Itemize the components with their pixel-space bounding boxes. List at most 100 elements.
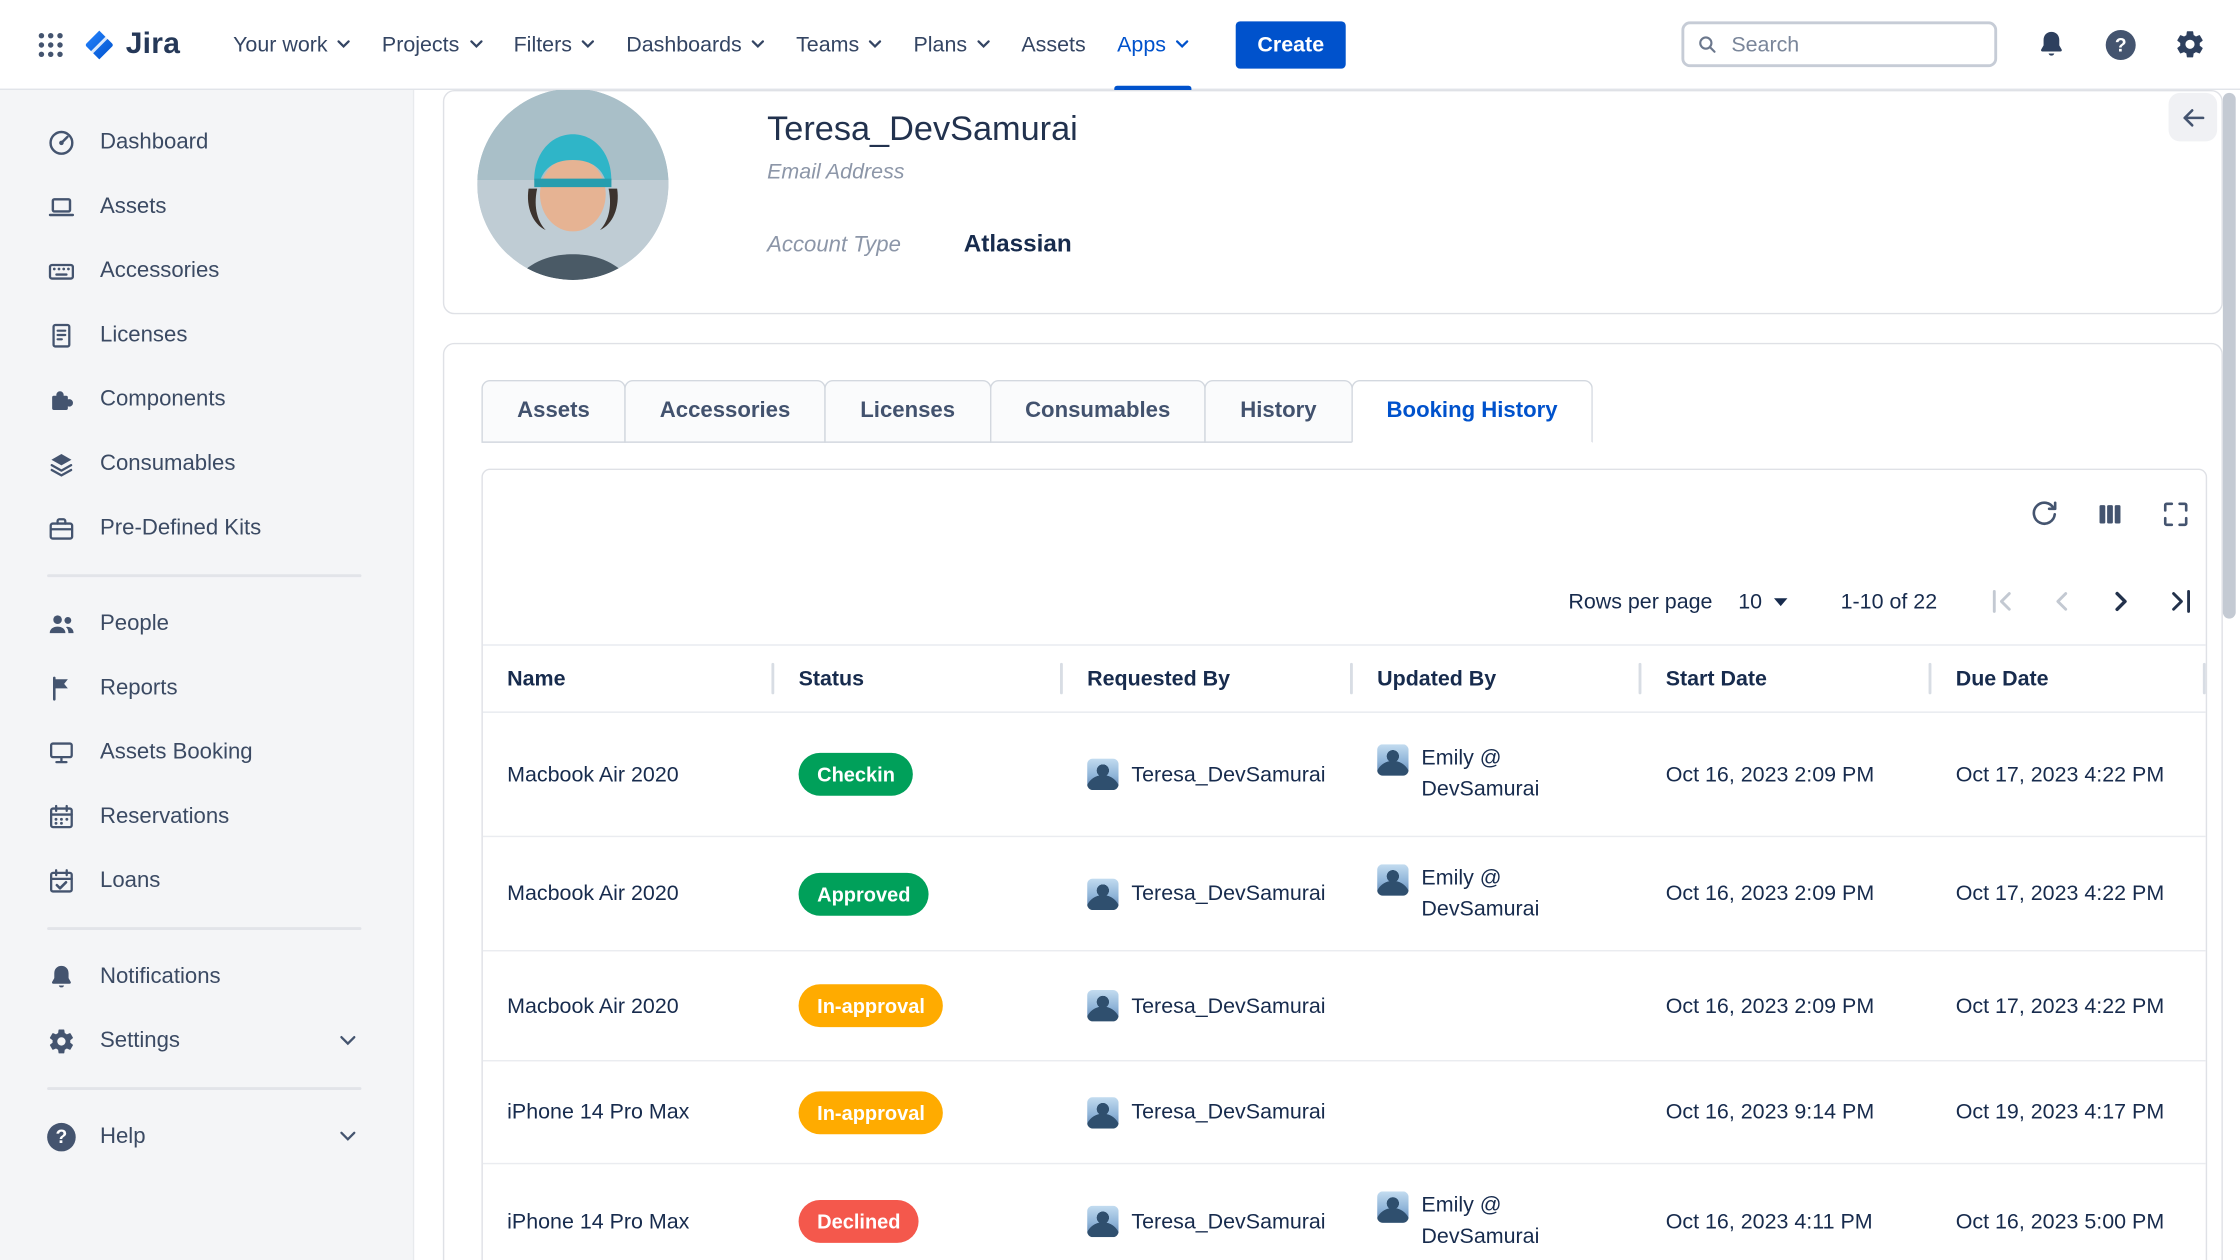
account-type-value: Atlassian — [964, 230, 1072, 259]
column-header-updated-by[interactable]: Updated By — [1353, 646, 1642, 712]
next-page-button[interactable] — [2103, 583, 2140, 620]
nav-item-dashboards[interactable]: Dashboards — [611, 0, 781, 89]
avatar — [1377, 745, 1408, 776]
calendar-check-icon — [47, 866, 76, 895]
chevron-down-icon — [582, 40, 595, 49]
nav-item-filters[interactable]: Filters — [498, 0, 611, 89]
puzzle-icon — [47, 385, 76, 414]
columns-button[interactable] — [2094, 499, 2125, 530]
cell-requested-by: Teresa_DevSamurai — [1063, 990, 1353, 1021]
fullscreen-icon — [2160, 499, 2191, 530]
table-row[interactable]: iPhone 14 Pro Max In-approval Teresa_Dev… — [483, 1061, 2206, 1164]
tab-consumables[interactable]: Consumables — [989, 380, 1206, 443]
first-page-icon — [1984, 584, 2018, 618]
chevron-down-icon — [340, 1131, 356, 1141]
gear-icon — [47, 1026, 76, 1055]
columns-icon — [2094, 499, 2125, 530]
nav-item-assets[interactable]: Assets — [1006, 0, 1102, 89]
cell-name: iPhone 14 Pro Max — [483, 1100, 774, 1124]
search-box[interactable] — [1681, 21, 1997, 67]
nav-item-apps[interactable]: Apps — [1101, 0, 1204, 89]
sidebar-item-notifications[interactable]: Notifications — [0, 944, 413, 1008]
nav-item-teams[interactable]: Teams — [780, 0, 897, 89]
chevron-down-icon — [340, 1036, 356, 1046]
column-header-requested-by[interactable]: Requested By — [1063, 646, 1353, 712]
nav-item-plans[interactable]: Plans — [898, 0, 1006, 89]
previous-page-button[interactable] — [2043, 583, 2080, 620]
first-page-button[interactable] — [1983, 583, 2020, 620]
vertical-scrollbar[interactable] — [2223, 93, 2236, 619]
chevron-down-icon — [977, 40, 990, 49]
cell-due-date: Oct 17, 2023 4:22 PM — [1931, 881, 2205, 905]
chevron-down-icon — [338, 40, 351, 49]
rows-per-page-select[interactable]: 10 — [1738, 589, 1789, 613]
last-page-icon — [2164, 584, 2198, 618]
tab-accessories[interactable]: Accessories — [624, 380, 826, 443]
search-input[interactable] — [1728, 31, 1981, 58]
nav-item-projects[interactable]: Projects — [366, 0, 498, 89]
cell-requested-by: Teresa_DevSamurai — [1063, 1206, 1353, 1237]
avatar — [1087, 990, 1118, 1021]
status-badge: Checkin — [799, 753, 914, 796]
refresh-button[interactable] — [2029, 499, 2060, 530]
fullscreen-button[interactable] — [2160, 499, 2191, 530]
nav-item-your-work[interactable]: Your work — [217, 0, 366, 89]
back-button[interactable] — [2169, 93, 2218, 142]
last-page-button[interactable] — [2163, 583, 2200, 620]
notifications-button[interactable] — [2036, 29, 2067, 60]
sidebar-item-assets[interactable]: Assets — [0, 174, 413, 238]
table-row[interactable]: Macbook Air 2020 Approved Teresa_DevSamu… — [483, 837, 2206, 951]
tab-licenses[interactable]: Licenses — [825, 380, 991, 443]
sidebar-item-dashboard[interactable]: Dashboard — [0, 110, 413, 174]
main-content: Teresa_DevSamurai Email Address Account … — [414, 90, 2240, 1260]
cell-start-date: Oct 16, 2023 2:09 PM — [1641, 762, 1931, 786]
account-type-row: Account Type Atlassian — [767, 230, 1072, 259]
tab-history[interactable]: History — [1205, 380, 1353, 443]
sidebar-item-assets-booking[interactable]: Assets Booking — [0, 720, 413, 784]
help-button[interactable]: ? — [2106, 29, 2136, 59]
sidebar-item-reports[interactable]: Reports — [0, 656, 413, 720]
sidebar-divider — [47, 927, 361, 930]
sidebar-item-people[interactable]: People — [0, 591, 413, 655]
column-header-name[interactable]: Name — [483, 646, 774, 712]
layers-icon — [47, 449, 76, 478]
gear-icon — [2174, 29, 2205, 60]
sidebar-item-components[interactable]: Components — [0, 367, 413, 431]
column-header-status[interactable]: Status — [774, 646, 1063, 712]
cell-due-date: Oct 19, 2023 4:17 PM — [1931, 1100, 2205, 1124]
sidebar-item-accessories[interactable]: Accessories — [0, 239, 413, 303]
sidebar-item-help[interactable]: ? Help — [0, 1104, 413, 1168]
sidebar-item-reservations[interactable]: Reservations — [0, 784, 413, 848]
sidebar-item-pre-defined-kits[interactable]: Pre-Defined Kits — [0, 496, 413, 560]
status-badge: In-approval — [799, 1091, 944, 1134]
dashboard-icon — [47, 128, 76, 157]
sidebar-item-settings[interactable]: Settings — [0, 1009, 413, 1073]
avatar — [1087, 759, 1118, 790]
top-navigation: Jira Your work Projects Filters Dashboar… — [0, 0, 2240, 90]
chevron-down-icon — [469, 40, 482, 49]
app-switcher-button[interactable] — [26, 20, 75, 69]
table-row[interactable]: Macbook Air 2020 In-approval Teresa_DevS… — [483, 951, 2206, 1061]
profile-card: Teresa_DevSamurai Email Address Account … — [443, 90, 2223, 314]
tab-booking-history[interactable]: Booking History — [1351, 380, 1593, 443]
column-header-due-date[interactable]: Due Date — [1931, 646, 2205, 712]
avatar — [1087, 1096, 1118, 1127]
cell-start-date: Oct 16, 2023 2:09 PM — [1641, 881, 1931, 905]
table-row[interactable]: iPhone 14 Pro Max Declined Teresa_DevSam… — [483, 1164, 2206, 1260]
create-button[interactable]: Create — [1236, 21, 1346, 68]
chevron-left-icon — [2044, 584, 2078, 618]
chevron-right-icon — [2104, 584, 2138, 618]
sidebar-item-consumables[interactable]: Consumables — [0, 431, 413, 495]
table-row[interactable]: Macbook Air 2020 Checkin Teresa_DevSamur… — [483, 713, 2206, 837]
sidebar-item-licenses[interactable]: Licenses — [0, 303, 413, 367]
cell-name: iPhone 14 Pro Max — [483, 1209, 774, 1233]
avatar — [1087, 878, 1118, 909]
avatar — [477, 90, 668, 280]
sidebar-item-loans[interactable]: Loans — [0, 849, 413, 913]
tab-assets[interactable]: Assets — [481, 380, 625, 443]
settings-button[interactable] — [2174, 29, 2205, 60]
app-grid-icon — [36, 31, 63, 58]
cell-requested-by: Teresa_DevSamurai — [1063, 759, 1353, 790]
jira-logo[interactable]: Jira — [83, 27, 180, 61]
column-header-start-date[interactable]: Start Date — [1641, 646, 1931, 712]
